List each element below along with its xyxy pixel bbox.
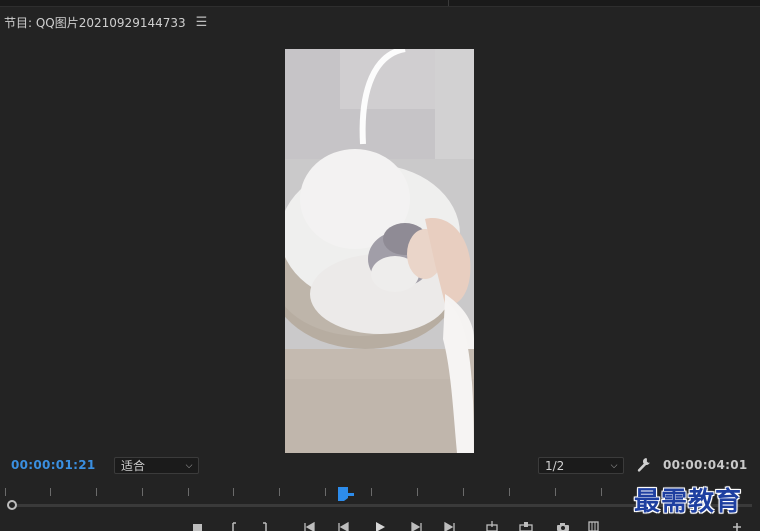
- cat-photo: [285, 49, 474, 453]
- go-to-out-icon[interactable]: [443, 521, 457, 531]
- top-strip: [0, 0, 760, 7]
- wrench-icon[interactable]: [636, 456, 652, 474]
- ruler-tick: [371, 488, 372, 496]
- add-marker-icon[interactable]: [191, 521, 205, 531]
- panel-header: 节目: QQ图片20210929144733 ☰: [4, 12, 207, 32]
- total-duration-timecode: 00:00:04:01: [663, 458, 748, 472]
- panel-title[interactable]: 节目: QQ图片20210929144733: [4, 14, 186, 31]
- go-to-in-icon[interactable]: [302, 521, 316, 531]
- play-icon[interactable]: [373, 521, 387, 531]
- ruler-tick: [325, 488, 326, 496]
- ruler-tick: [96, 488, 97, 496]
- ruler-tick: [279, 488, 280, 496]
- watermark-logo-text: 最需教育: [634, 487, 743, 517]
- ruler-tick: [233, 488, 234, 496]
- ruler-tick: [509, 488, 510, 496]
- ruler-tick: [142, 488, 143, 496]
- mark-in-icon[interactable]: [226, 521, 240, 531]
- chevron-down-icon: ⌵: [185, 460, 193, 471]
- ruler-tick: [601, 488, 602, 496]
- ruler-tick: [463, 488, 464, 496]
- button-editor-plus-icon[interactable]: [730, 521, 744, 531]
- ruler-tick: [555, 488, 556, 496]
- chevron-down-icon: ⌵: [610, 460, 618, 471]
- current-timecode[interactable]: 00:00:01:21: [11, 458, 96, 472]
- playhead-handle[interactable]: [337, 486, 355, 501]
- mark-out-icon[interactable]: [259, 521, 273, 531]
- camera-icon[interactable]: [556, 521, 570, 531]
- ruler-tick: [50, 488, 51, 496]
- comparison-view-icon[interactable]: [588, 521, 602, 531]
- playback-resolution-select[interactable]: 1/2 ⌵: [538, 457, 624, 474]
- scrollbar-left-handle[interactable]: [7, 500, 17, 510]
- zoom-level-value: 适合: [121, 459, 146, 473]
- zoom-level-select[interactable]: 适合 ⌵: [114, 457, 199, 474]
- step-back-icon[interactable]: [337, 521, 351, 531]
- ruler-tick: [188, 488, 189, 496]
- program-monitor-viewer[interactable]: [285, 49, 474, 453]
- playback-resolution-value: 1/2: [545, 458, 565, 473]
- ruler-tick: [5, 488, 6, 496]
- panel-separator-line: [0, 6, 760, 7]
- ruler-tick: [417, 488, 418, 496]
- overwrite-icon[interactable]: [519, 521, 533, 531]
- insert-icon[interactable]: [485, 521, 499, 531]
- panel-menu-icon[interactable]: ☰: [196, 15, 208, 30]
- step-forward-icon[interactable]: [409, 521, 423, 531]
- transport-controls: [0, 520, 760, 531]
